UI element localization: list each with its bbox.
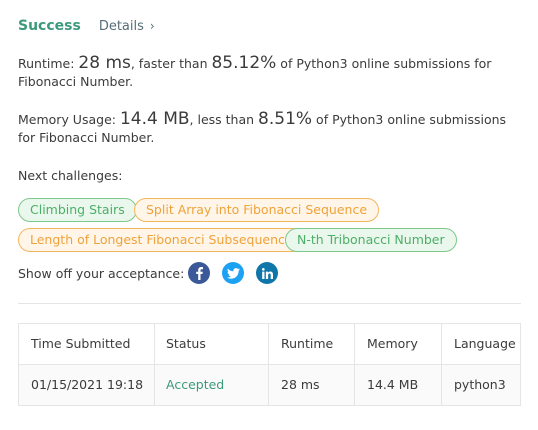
challenge-chip-split-array[interactable]: Split Array into Fibonacci Sequence [134,198,380,222]
details-label: Details [98,18,144,34]
table-row: 01/15/2021 19:18 Accepted 28 ms 14.4 MB … [19,365,520,405]
runtime-percent: 85.12% [211,53,277,73]
table-column-divider [268,324,269,405]
share-icons [188,262,290,284]
details-link[interactable]: Details › [99,19,155,34]
share-row: Show off your acceptance: [18,262,184,284]
runtime-value: 28 ms [78,53,131,73]
cell-time-submitted: 01/15/2021 19:18 [31,377,144,392]
success-status: Success [18,18,81,34]
memory-comparison: , less than [189,112,255,127]
submission-result-panel: Success Details › Runtime: 28 ms, faster … [0,0,538,430]
runtime-comparison: , faster than [130,56,208,71]
table-column-divider [154,324,155,405]
chevron-right-icon: › [149,18,155,33]
runtime-stat: Runtime: 28 ms, faster than 85.12% of Py… [18,54,518,91]
cell-memory: 14.4 MB [367,377,419,392]
memory-stat: Memory Usage: 14.4 MB, less than 8.51% o… [18,110,518,147]
memory-value: 14.4 MB [119,109,190,129]
column-header-status: Status [166,336,206,351]
challenge-chip-tribonacci[interactable]: N-th Tribonacci Number [285,228,457,252]
cell-status-accepted[interactable]: Accepted [166,365,224,405]
twitter-icon[interactable] [222,262,244,284]
column-header-language: Language [454,336,516,351]
runtime-label: Runtime: [18,56,75,71]
column-header-time: Time Submitted [31,336,131,351]
challenge-chip-climbing-stairs[interactable]: Climbing Stairs [18,198,137,222]
next-challenges-title: Next challenges: [18,168,123,183]
memory-label: Memory Usage: [18,112,116,127]
share-label: Show off your acceptance: [18,265,185,281]
table-header-row: Time Submitted Status Runtime Memory Lan… [19,324,520,364]
memory-percent: 8.51% [258,109,313,129]
facebook-icon[interactable] [188,262,210,284]
result-header: Success Details › [18,18,155,34]
linkedin-icon[interactable] [256,262,278,284]
table-column-divider [441,324,442,405]
cell-runtime: 28 ms [281,377,320,392]
column-header-runtime: Runtime [281,336,334,351]
section-divider [18,303,521,304]
challenge-chip-longest-fibonacci[interactable]: Length of Longest Fibonacci Subsequence [18,228,305,252]
submissions-table: Time Submitted Status Runtime Memory Lan… [18,323,521,406]
cell-language: python3 [454,377,506,392]
table-column-divider [354,324,355,405]
column-header-memory: Memory [367,336,418,351]
